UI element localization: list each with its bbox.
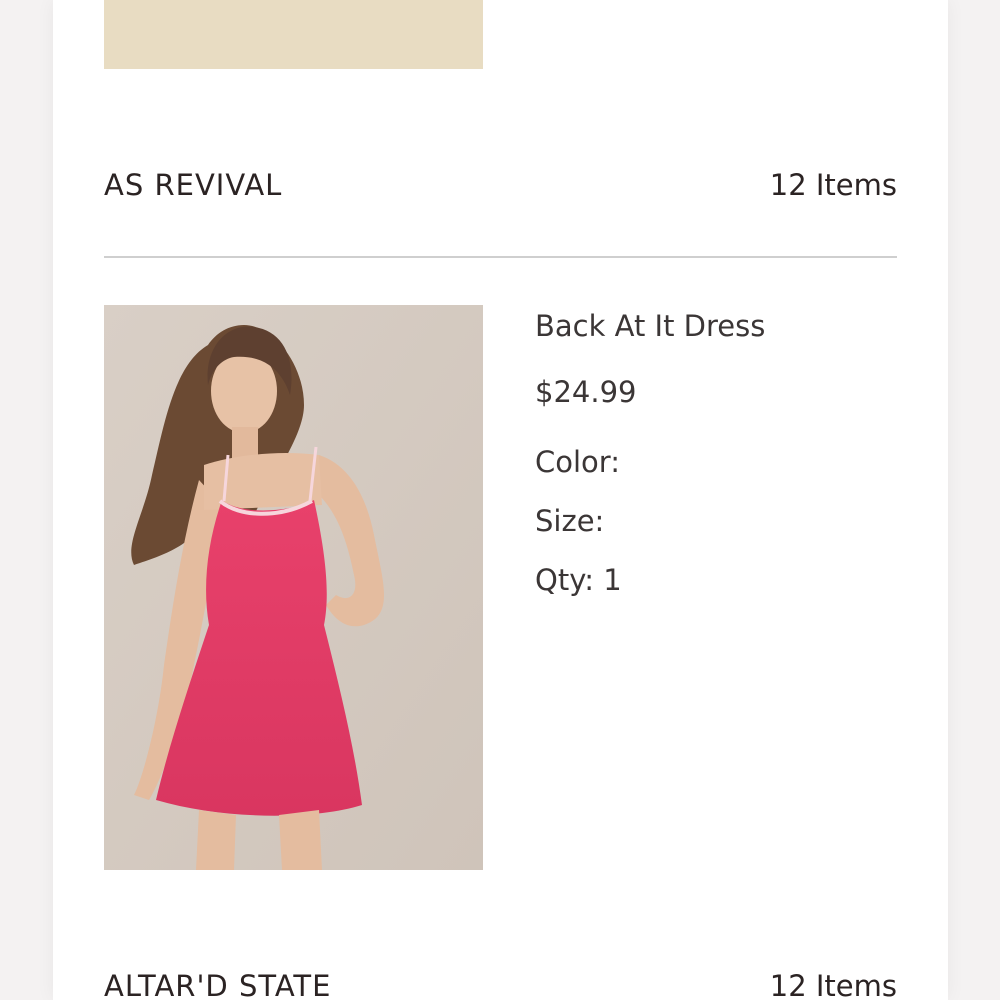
brand-item-count: 12 Items (769, 969, 897, 1000)
brand-item-count: 12 Items (769, 168, 897, 202)
brand-name: ALTAR'D STATE (104, 969, 332, 1000)
product-image[interactable] (104, 305, 483, 870)
product-price: $24.99 (535, 375, 637, 409)
color-label: Color: (535, 445, 620, 479)
product-quantity: Qty: 1 (535, 563, 622, 597)
qty-value: 1 (603, 563, 622, 597)
size-label: Size: (535, 504, 605, 538)
divider (104, 256, 897, 258)
product-photo-pink-dress-icon (104, 305, 483, 870)
qty-label: Qty: (535, 563, 595, 597)
brand-header: ALTAR'D STATE 12 Items (104, 966, 897, 1000)
product-color: Color: (535, 445, 620, 479)
product-name[interactable]: Back At It Dress (535, 309, 765, 343)
bag-summary-card: AS REVIVAL 12 Items Back At It Dress $24… (53, 0, 948, 1000)
brand-name: AS REVIVAL (104, 168, 283, 202)
product-size: Size: (535, 504, 604, 538)
brand-header: AS REVIVAL 12 Items (104, 165, 897, 205)
previous-product-image[interactable] (104, 0, 483, 69)
